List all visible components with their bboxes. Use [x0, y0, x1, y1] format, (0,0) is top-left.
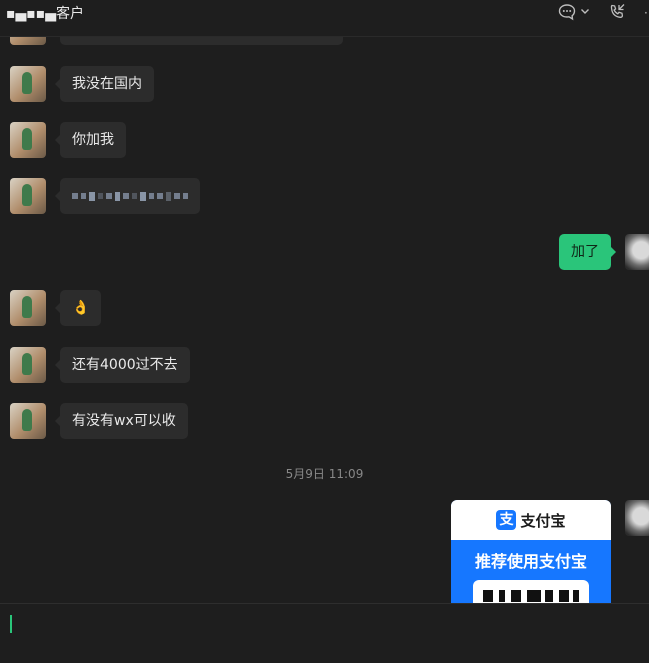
message-bubble: 👌 — [54, 290, 102, 326]
message-bubble: 我没在国内 — [55, 66, 154, 102]
text-cursor — [10, 615, 12, 633]
message-bubble: 你加我 — [55, 122, 126, 158]
more-icon[interactable]: · — [644, 6, 648, 20]
chat-header: ▪▄▪▪▄客户 · — [0, 0, 649, 37]
alipay-logo-icon: 支 — [496, 510, 517, 530]
phone-icon[interactable] — [608, 3, 626, 21]
avatar[interactable] — [10, 66, 46, 102]
message-bubble: 还有4000过不去 — [55, 347, 190, 383]
avatar[interactable] — [10, 403, 46, 439]
avatar[interactable] — [10, 37, 46, 45]
redacted-message-bubble — [55, 178, 200, 214]
message-bubble — [60, 37, 343, 45]
alipay-slogan: 推荐使用支付宝 — [474, 552, 587, 571]
qr-code — [473, 580, 589, 603]
chevron-down-icon[interactable] — [580, 6, 590, 16]
alipay-qr-card[interactable]: 支 支付宝 推荐使用支付宝 — [451, 500, 611, 603]
chat-title: ▪▄▪▪▄客户 — [6, 6, 84, 22]
message-bubble: 有没有wx可以收 — [55, 403, 188, 439]
alipay-brand: 支付宝 — [520, 511, 566, 530]
avatar[interactable] — [10, 290, 46, 326]
avatar[interactable] — [10, 122, 46, 158]
alipay-header: 支 支付宝 — [451, 500, 611, 540]
avatar-self[interactable] — [625, 234, 649, 270]
avatar-self[interactable] — [625, 500, 649, 536]
message-list[interactable]: 我没在国内 你加我 加了 👌 还有4000过不去 有没有wx可以收 5月9日 1… — [0, 37, 649, 603]
pixelated-text — [72, 188, 188, 204]
avatar[interactable] — [10, 347, 46, 383]
avatar[interactable] — [10, 178, 46, 214]
message-input[interactable] — [0, 603, 649, 663]
message-bubble-self: 加了 — [559, 234, 616, 270]
chat-bubble-icon[interactable] — [558, 3, 576, 21]
timestamp: 5月9日 11:09 — [285, 467, 364, 481]
